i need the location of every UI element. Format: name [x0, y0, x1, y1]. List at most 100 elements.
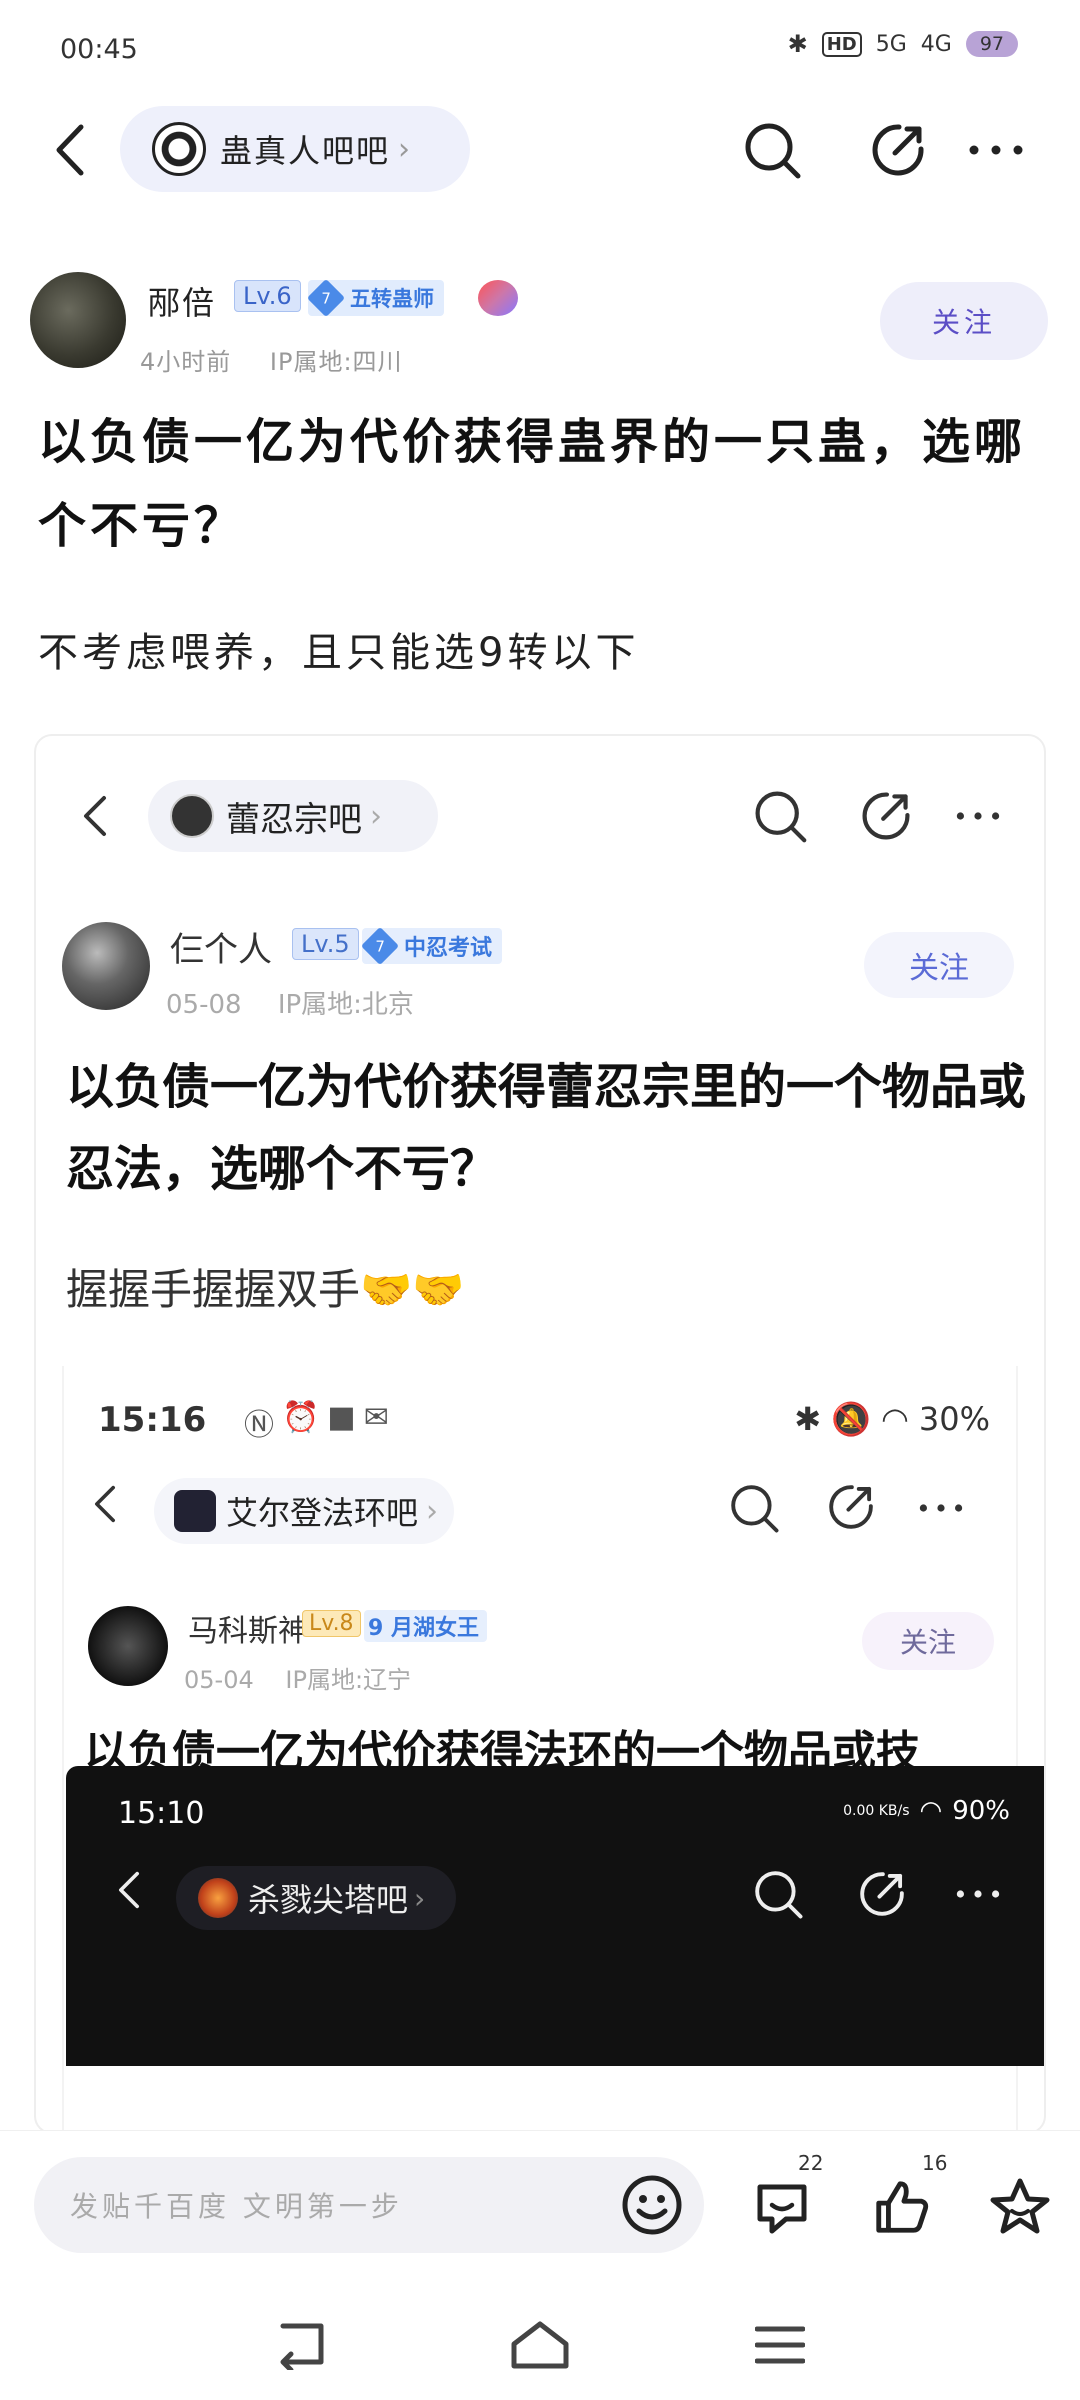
nested-author-name: 马科斯神 — [188, 1614, 308, 1649]
nested-back-icon — [92, 1484, 118, 1528]
status-time: 00:45 — [60, 34, 138, 65]
embed-avatar — [62, 922, 150, 1010]
share-button[interactable] — [866, 118, 930, 182]
embed-post-body: 握握手握握双手🤝🤝 — [66, 1265, 465, 1314]
dark-more-icon — [946, 1862, 1010, 1926]
menu-icon — [755, 2326, 805, 2364]
app-icon: ■ — [327, 1400, 356, 1435]
home-icon — [511, 2321, 569, 2369]
nested-forum-pill: 艾尔登法环吧 › — [154, 1478, 454, 1544]
reply-input[interactable]: 发贴千百度 文明第一步 — [34, 2157, 704, 2253]
nested-share-icon — [826, 1482, 876, 1536]
nested-avatar — [88, 1606, 168, 1686]
comment-icon — [757, 2184, 807, 2234]
post-author: 邴倍 Lv.6 7 五转蛊师 4小时前 IP属地:四川 关注 — [0, 270, 1080, 380]
forum-pill[interactable]: 蛊真人吧吧 › — [120, 106, 470, 192]
wifi-icon: ◠ — [880, 1400, 909, 1438]
embed-back-icon — [70, 784, 120, 848]
embed-forum-name: 蕾忍宗吧 — [226, 799, 362, 840]
post-meta: 4小时前 IP属地:四川 — [140, 342, 433, 377]
more-button[interactable] — [964, 118, 1028, 182]
search-button[interactable] — [740, 118, 804, 182]
author-name[interactable]: 邴倍 — [148, 278, 216, 324]
embed-ip: IP属地:北京 — [277, 990, 414, 1020]
bluetooth-icon: ✱ — [794, 1400, 822, 1438]
bluetooth-icon: ✱ — [787, 30, 808, 58]
dark-forum-avatar — [198, 1878, 238, 1918]
nested-follow-label: 关注 — [862, 1612, 994, 1670]
ninja-avatar-icon — [170, 794, 214, 838]
avatar[interactable] — [30, 272, 126, 368]
system-back-button[interactable] — [268, 2310, 338, 2380]
wifi-icon: ◠ — [919, 1796, 943, 1826]
embed-share-icon — [854, 784, 918, 848]
nested-nav: 艾尔登法环吧 › — [64, 1478, 1020, 1548]
embed-title-text: 中忍考试 — [404, 936, 493, 961]
forum-avatar — [152, 122, 206, 176]
nested-forum-name: 艾尔登法环吧 — [226, 1494, 419, 1532]
post-body: 不考虑喂养，且只能选9转以下 — [38, 630, 640, 676]
dark-forum-pill: 杀戮尖塔吧 › — [176, 1866, 456, 1930]
comment-count: 22 — [798, 2151, 824, 2175]
status-icons: ✱ HD 5G 4G 97 — [788, 30, 1018, 58]
dark-battery: 90% — [952, 1796, 1010, 1826]
like-count: 16 — [922, 2151, 948, 2175]
dark-status-right: 0.00 KB/s ◠ 90% — [843, 1796, 1010, 1826]
system-home-button[interactable] — [505, 2310, 575, 2380]
embed-date: 05-08 — [166, 990, 242, 1020]
post-time: 4小时前 — [140, 348, 232, 376]
dark-share-icon — [850, 1862, 914, 1926]
emoji-button[interactable] — [620, 2173, 684, 2237]
embedded-screenshot[interactable]: 蕾忍宗吧 › 仨个人 Lv.5 7 中忍考试 05-08 IP属地:北京 关注 … — [34, 734, 1046, 2134]
level-badge: Lv.6 — [234, 280, 301, 312]
nested-more-icon — [916, 1500, 966, 1520]
like-button[interactable] — [862, 2167, 942, 2247]
nested-forum-avatar — [174, 1490, 216, 1532]
nfc-icon: Ⓝ — [244, 1408, 274, 1443]
post-ip: IP属地:四川 — [269, 348, 403, 376]
share-icon — [872, 124, 924, 176]
nested-status-right: ✱ 🔕 ◠ 30% — [794, 1400, 990, 1438]
nested-date: 05-04 — [184, 1666, 254, 1694]
nested-search-icon — [728, 1482, 780, 1538]
title-badge: 7 五转蛊师 — [306, 278, 444, 318]
alarm-icon: ⏰ — [282, 1400, 320, 1435]
thumbs-up-icon — [876, 2181, 929, 2233]
signal-4g-icon: 4G — [920, 31, 952, 57]
hd-badge: HD — [821, 31, 862, 57]
back-icon — [56, 124, 84, 176]
title-level-icon: 7 — [306, 278, 346, 318]
signal-5g-icon: 5G — [875, 31, 907, 57]
mute-icon: 🔕 — [831, 1400, 871, 1438]
favorite-button[interactable] — [980, 2167, 1060, 2247]
nested-time: 15:16 — [98, 1400, 207, 1440]
embed-more-icon — [946, 784, 1010, 848]
nested-meta: 05-04 IP属地:辽宁 — [184, 1660, 435, 1695]
embed-search-icon — [748, 784, 812, 848]
comment-button[interactable] — [742, 2167, 822, 2247]
nested-ip: IP属地:辽宁 — [285, 1666, 412, 1694]
dark-time: 15:10 — [118, 1796, 205, 1831]
embed-author: 仨个人 Lv.5 7 中忍考试 05-08 IP属地:北京 关注 — [36, 922, 1044, 1022]
post-title: 以负债一亿为代价获得蛊界的一只蛊，选哪个不亏？ — [38, 414, 1027, 554]
wechat-icon: ✉ — [363, 1400, 389, 1435]
back-button[interactable] — [40, 118, 100, 182]
system-menu-button[interactable] — [745, 2310, 815, 2380]
star-icon — [990, 2178, 1050, 2234]
title-level-icon: 7 — [360, 926, 400, 966]
embed-author-name: 仨个人 — [170, 930, 272, 970]
follow-button[interactable]: 关注 — [880, 282, 1048, 360]
status-bar: 00:45 ✱ HD 5G 4G 97 — [0, 0, 1080, 100]
embed-post-title: 以负债一亿为代价获得蕾忍宗里的一个物品或忍法，选哪个不亏？ — [66, 1059, 1027, 1197]
chevron-right-icon: › — [370, 798, 382, 834]
system-navigation-bar — [0, 2290, 1080, 2400]
top-nav: 蛊真人吧吧 › — [0, 100, 1080, 200]
embed-forum-pill: 蕾忍宗吧 › — [148, 780, 438, 852]
chevron-right-icon: › — [398, 131, 411, 167]
embed-nav: 蕾忍宗吧 › — [36, 776, 1044, 856]
dark-back-icon — [116, 1870, 142, 1914]
embed-follow-label: 关注 — [864, 932, 1014, 998]
reply-placeholder: 发贴千百度 文明第一步 — [70, 2190, 403, 2223]
nested-dark-screenshot: 15:10 0.00 KB/s ◠ 90% 杀戮尖塔吧 › — [66, 1766, 1044, 2066]
title-text: 五转蛊师 — [350, 287, 434, 311]
